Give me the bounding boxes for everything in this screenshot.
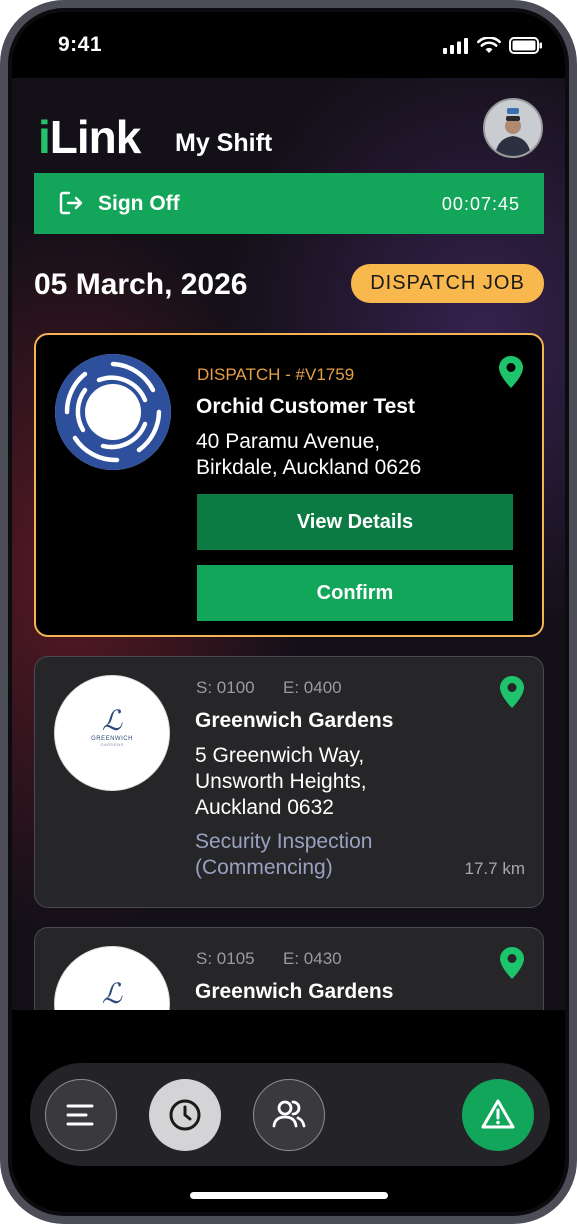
team-button[interactable]	[253, 1079, 325, 1151]
users-icon	[272, 1100, 306, 1128]
start-time: S: 0100	[196, 678, 255, 697]
job-card-dispatch[interactable]: DISPATCH - #V1759 Orchid Customer Test 4…	[34, 333, 544, 637]
job-card[interactable]: ℒ GREENWICH GARDENS S: 0100 E: 0400 Gree…	[34, 656, 544, 908]
distance: 17.7 km	[464, 859, 525, 878]
app-screen: 9:41 iLink My Shift Sign Off 00:07:45 05…	[12, 12, 565, 1212]
activity-status: Security Inspection (Commencing)	[195, 829, 372, 881]
client-address: 40 Paramu Avenue, Birkdale, Auckland 062…	[196, 429, 421, 481]
client-name: Orchid Customer Test	[196, 395, 415, 418]
app-logo: iLink	[38, 111, 141, 163]
signal-icon	[443, 37, 468, 54]
address-line: 5 Greenwich Way,	[195, 744, 365, 767]
client-address: 5 Greenwich Way, Unsworth Heights, Auckl…	[195, 743, 367, 821]
address-line: Unsworth Heights,	[195, 770, 367, 793]
greenwich-logo-icon: ℒ GREENWICH GARDENS	[91, 704, 133, 748]
shift-timer: 00:07:45	[441, 194, 520, 214]
activity-line: (Commencing)	[195, 856, 333, 879]
sign-off-icon	[59, 191, 83, 215]
dispatch-job-button[interactable]: DISPATCH JOB	[351, 264, 544, 303]
activity-line: Security Inspection	[195, 830, 373, 853]
client-logo: ℒ GREENWICH GARDENS	[54, 675, 170, 791]
address-line: Auckland 0632	[195, 796, 334, 819]
status-bar: 9:41	[12, 12, 565, 78]
start-time: S: 0105	[196, 949, 255, 968]
view-details-button[interactable]: View Details	[197, 494, 513, 550]
bottom-nav	[30, 1063, 550, 1166]
address-line: 40 Paramu Avenue,	[196, 430, 381, 453]
menu-button[interactable]	[45, 1079, 117, 1151]
warning-icon	[481, 1099, 515, 1129]
avatar[interactable]	[483, 98, 543, 158]
shift-date: 05 March, 2026	[34, 268, 248, 301]
battery-icon	[509, 37, 542, 54]
status-time: 9:41	[58, 33, 103, 56]
client-name: Greenwich Gardens	[195, 709, 394, 732]
alert-button[interactable]	[462, 1079, 534, 1151]
wifi-icon	[477, 37, 501, 53]
location-pin-icon[interactable]	[500, 676, 524, 708]
end-time: E: 0400	[283, 678, 342, 697]
sign-off-label: Sign Off	[98, 192, 180, 215]
location-pin-icon[interactable]	[500, 947, 524, 979]
dispatch-code: DISPATCH - #V1759	[197, 365, 355, 384]
end-time: E: 0430	[283, 949, 342, 968]
sign-off-button[interactable]: Sign Off 00:07:45	[34, 173, 544, 234]
home-indicator[interactable]	[190, 1192, 388, 1199]
address-line: Birkdale, Auckland 0626	[196, 456, 422, 479]
client-name: Greenwich Gardens	[195, 980, 394, 1003]
page-title: My Shift	[175, 129, 273, 157]
user-photo-icon	[485, 100, 541, 156]
location-pin-icon[interactable]	[499, 356, 523, 388]
confirm-button[interactable]: Confirm	[197, 565, 513, 621]
menu-icon	[66, 1104, 94, 1126]
status-icons	[443, 37, 543, 54]
shift-clock-button[interactable]	[149, 1079, 221, 1151]
orchid-logo-icon	[55, 354, 171, 470]
client-logo	[55, 354, 171, 470]
greenwich-logo-icon: ℒ	[101, 977, 123, 1010]
clock-icon	[169, 1099, 201, 1131]
